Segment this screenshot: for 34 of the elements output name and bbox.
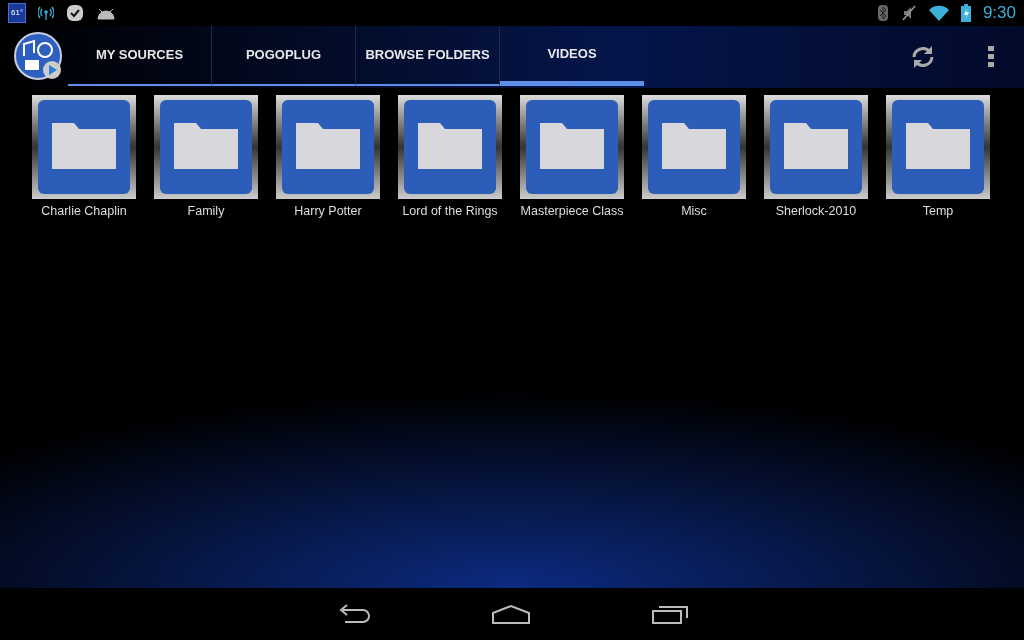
folder-tile-icon[interactable] <box>764 95 868 199</box>
folder-label: Misc <box>681 203 707 220</box>
battery-icon <box>960 4 971 22</box>
clock: 9:30 <box>982 2 1016 25</box>
folder-tile-icon[interactable] <box>642 95 746 199</box>
recent-apps-icon[interactable] <box>651 604 689 624</box>
wifi-icon <box>928 5 949 21</box>
folder-tile-icon[interactable] <box>154 95 258 199</box>
folder-tile-icon[interactable] <box>520 95 624 199</box>
folder-tile-icon[interactable] <box>32 95 136 199</box>
folder-label: Harry Potter <box>294 203 362 220</box>
mute-icon <box>900 5 917 21</box>
folder-tile-icon[interactable] <box>276 95 380 199</box>
folder-tile-icon[interactable] <box>886 95 990 199</box>
bluetooth-icon <box>876 4 889 22</box>
folder-label: Lord of the Rings <box>402 203 498 220</box>
tab[interactable]: BROWSE FOLDERS <box>356 26 500 86</box>
refresh-icon[interactable] <box>910 44 936 70</box>
folder-tile-icon[interactable] <box>398 95 502 199</box>
folder-label: Family <box>187 203 225 220</box>
tab[interactable]: POGOPLUG <box>212 26 356 86</box>
weather-badge: 61° <box>8 3 27 23</box>
menu-icon[interactable] <box>988 46 994 68</box>
folder-label: Temp <box>922 203 954 220</box>
folder-label: Masterpiece Class <box>520 203 624 220</box>
android-icon <box>96 6 117 20</box>
folder-label: Charlie Chaplin <box>41 203 127 220</box>
home-icon[interactable] <box>491 604 531 624</box>
check-icon <box>66 4 85 22</box>
tab[interactable]: MY SOURCES <box>68 26 212 86</box>
app-logo-icon[interactable] <box>14 32 64 82</box>
folder-label: Sherlock-2010 <box>775 203 857 220</box>
signal-icon <box>38 6 55 20</box>
tab[interactable]: VIDEOS <box>500 26 644 86</box>
